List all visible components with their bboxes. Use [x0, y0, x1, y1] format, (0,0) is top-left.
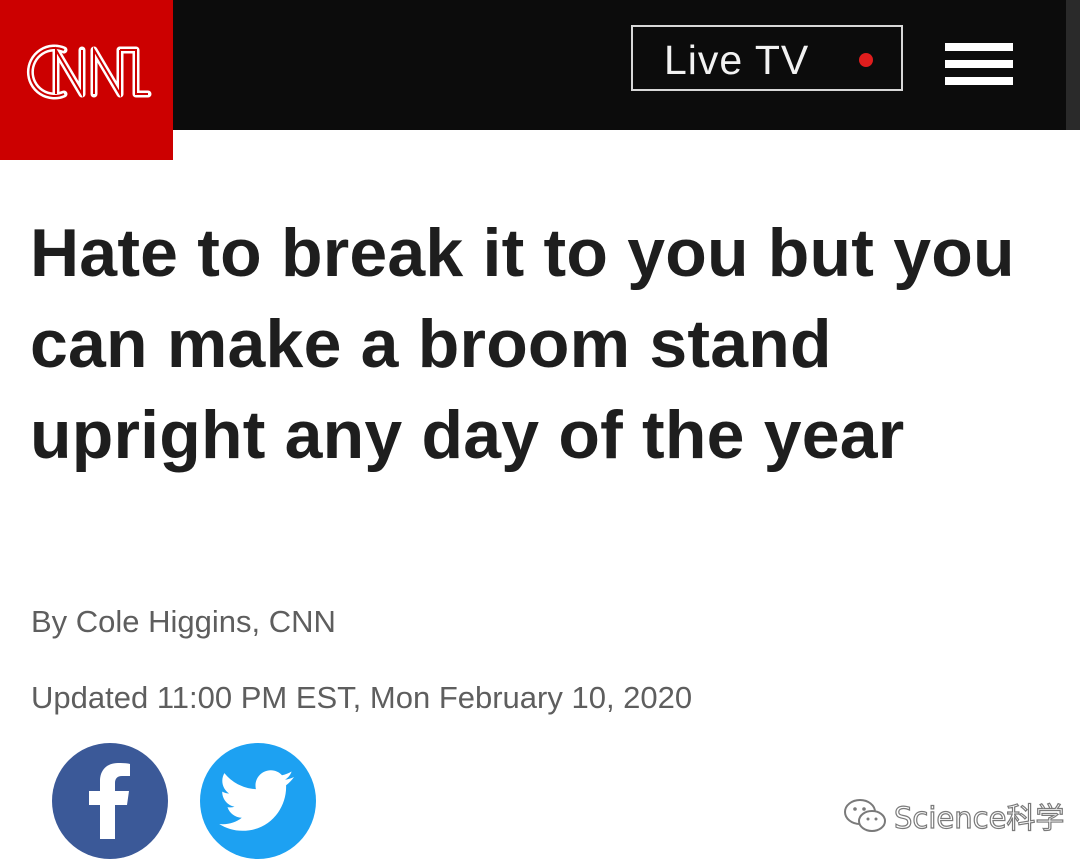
live-indicator-dot [859, 53, 873, 67]
facebook-share-button[interactable] [52, 743, 168, 859]
article-headline: Hate to break it to you but you can make… [30, 215, 1015, 473]
wechat-icon [844, 799, 886, 832]
page: Live TV Hate to break it to you but you … [0, 0, 1080, 864]
cnn-logo[interactable] [0, 0, 173, 160]
watermark-text: Science科学 [893, 800, 1065, 835]
hamburger-menu-icon[interactable] [945, 43, 1013, 85]
header-edge [1066, 0, 1080, 130]
article-updated-timestamp: Updated 11:00 PM EST, Mon February 10, 2… [31, 680, 693, 715]
twitter-share-button[interactable] [200, 743, 316, 859]
facebook-icon [89, 763, 130, 839]
article-byline: By Cole Higgins, CNN [31, 604, 336, 639]
live-tv-button[interactable]: Live TV [631, 25, 903, 91]
live-tv-label: Live TV [664, 37, 810, 83]
watermark: Science科学 [842, 796, 1065, 836]
cnn-logo-icon [26, 44, 152, 100]
twitter-icon [219, 770, 294, 831]
